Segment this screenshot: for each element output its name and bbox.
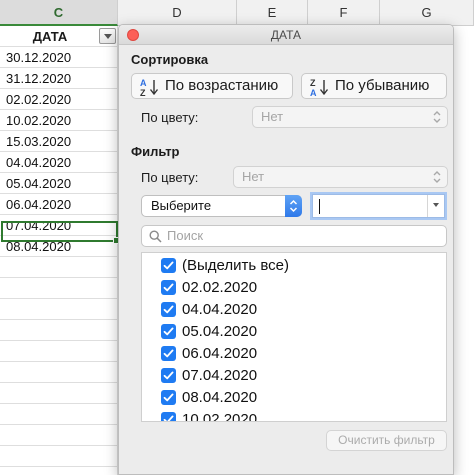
sort-descending-label: По убыванию (335, 77, 430, 94)
filter-list-item[interactable]: 02.02.2020 (161, 277, 257, 299)
grid-line (0, 340, 118, 341)
sort-descending-button[interactable]: Z A По убыванию (301, 73, 447, 99)
checkmark-icon (163, 283, 174, 292)
grid-line (0, 277, 118, 278)
grid-line (0, 445, 118, 446)
date-cell[interactable]: 05.04.2020 (6, 173, 116, 194)
checkbox[interactable] (161, 302, 176, 317)
svg-text:Z: Z (140, 88, 146, 97)
checkbox[interactable] (161, 390, 176, 405)
filter-color-select[interactable]: Нет (233, 166, 448, 188)
checkmark-icon (163, 261, 174, 270)
sort-za-icon: Z A (310, 78, 329, 97)
filter-list-item[interactable]: (Выделить все) (161, 255, 289, 277)
filter-item-label: 06.04.2020 (182, 345, 258, 362)
filter-color-value: Нет (242, 169, 265, 184)
up-down-arrows-icon (433, 111, 441, 123)
date-cell[interactable]: 31.12.2020 (6, 68, 116, 89)
column-header-e[interactable]: E (237, 0, 308, 26)
sort-ascending-label: По возрастанию (165, 77, 279, 94)
filter-list-item[interactable]: 07.04.2020 (161, 365, 257, 387)
grid-line (0, 319, 118, 320)
condition-select[interactable]: Выберите (141, 195, 302, 217)
checkbox[interactable] (161, 346, 176, 361)
column-header-d[interactable]: D (118, 0, 237, 26)
sort-color-label: По цвету: (141, 110, 199, 125)
active-cell[interactable] (1, 221, 120, 244)
sort-heading: Сортировка (131, 52, 209, 67)
grid-line (0, 466, 118, 467)
checkbox[interactable] (161, 368, 176, 383)
date-cell[interactable]: 02.02.2020 (6, 89, 116, 110)
sort-color-select[interactable]: Нет (252, 106, 448, 128)
checkmark-icon (163, 371, 174, 380)
checkbox[interactable] (161, 258, 176, 273)
condition-stepper[interactable] (285, 195, 302, 217)
checkmark-icon (163, 393, 174, 402)
panel-title: ДАТА (270, 28, 302, 42)
filter-value-dropdown[interactable] (427, 195, 444, 217)
filter-color-label: По цвету: (141, 170, 199, 185)
filter-list-item[interactable]: 08.04.2020 (161, 387, 257, 409)
filter-dropdown-button[interactable] (99, 28, 116, 44)
checkmark-icon (163, 327, 174, 336)
svg-text:A: A (140, 78, 147, 88)
svg-text:A: A (310, 88, 317, 97)
grid-line (0, 298, 118, 299)
clear-filter-button[interactable]: Очистить фильтр (326, 430, 447, 451)
search-field[interactable]: Поиск (141, 225, 447, 247)
filter-heading: Фильтр (131, 144, 180, 159)
filter-list-item[interactable]: 10.02.2020 (161, 409, 258, 422)
date-cell[interactable]: 06.04.2020 (6, 194, 116, 215)
close-button[interactable] (127, 29, 139, 41)
filter-item-label: 07.04.2020 (182, 367, 258, 384)
checkmark-icon (163, 415, 174, 421)
filter-item-label: 05.04.2020 (182, 323, 258, 340)
search-placeholder: Поиск (167, 228, 204, 243)
date-cell[interactable]: 15.03.2020 (6, 131, 116, 152)
grid-line (0, 382, 118, 383)
column-header-c[interactable]: C (0, 0, 118, 26)
date-cell[interactable]: 10.02.2020 (6, 110, 116, 131)
filter-value-combo[interactable] (312, 194, 445, 218)
checkmark-icon (163, 349, 174, 358)
grid-line (0, 403, 118, 404)
filter-panel: ДАТА Сортировка A Z По возрастанию Z A П… (118, 24, 454, 475)
filter-item-label: 08.04.2020 (182, 389, 258, 406)
column-header-g[interactable]: G (380, 0, 474, 26)
filter-value-list[interactable]: (Выделить все) 02.02.2020 04.04.2020 05.04.… (141, 252, 447, 422)
svg-text:Z: Z (310, 78, 316, 88)
checkbox[interactable] (161, 324, 176, 339)
column-header-f[interactable]: F (308, 0, 380, 26)
filter-item-label: 10.02.2020 (182, 411, 258, 422)
date-cell[interactable]: 30.12.2020 (6, 47, 116, 68)
grid-line (0, 361, 118, 362)
filter-list-item[interactable]: 05.04.2020 (161, 321, 257, 343)
up-down-arrows-icon (289, 199, 298, 213)
panel-titlebar: ДАТА (119, 25, 453, 45)
search-icon (149, 230, 162, 243)
sort-ascending-button[interactable]: A Z По возрастанию (131, 73, 293, 99)
filter-item-label: 04.04.2020 (182, 301, 258, 318)
checkbox[interactable] (161, 280, 176, 295)
filter-list-item[interactable]: 04.04.2020 (161, 299, 257, 321)
grid-line (0, 424, 118, 425)
filter-item-label: (Выделить все) (182, 257, 289, 274)
date-cell[interactable]: 04.04.2020 (6, 152, 116, 173)
text-caret (319, 199, 320, 214)
checkmark-icon (163, 305, 174, 314)
checkbox[interactable] (161, 412, 176, 421)
up-down-arrows-icon (433, 171, 441, 183)
filter-list-item[interactable]: 06.04.2020 (161, 343, 257, 365)
filter-item-label: 02.02.2020 (182, 279, 258, 296)
sort-color-value: Нет (261, 109, 284, 124)
condition-value: Выберите (151, 198, 212, 213)
sort-az-icon: A Z (140, 78, 159, 97)
